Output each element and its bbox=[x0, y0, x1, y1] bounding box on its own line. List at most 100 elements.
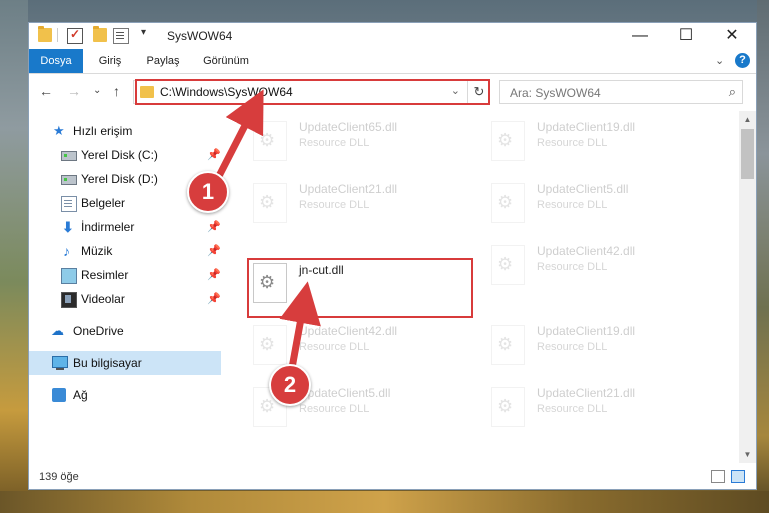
sidebar-item-label: Belgeler bbox=[81, 196, 126, 210]
sidebar-item-this-pc[interactable]: Bu bilgisayar bbox=[29, 351, 221, 375]
close-button[interactable]: ✕ bbox=[709, 23, 755, 49]
file-name: UpdateClient5.dll bbox=[537, 182, 629, 196]
file-description: Resource DLL bbox=[299, 199, 370, 211]
vertical-scrollbar[interactable]: ▲ ▼ bbox=[739, 111, 756, 463]
file-tile[interactable]: UpdateClient19.dll Resource DLL bbox=[489, 117, 719, 171]
sidebar-item-network[interactable]: Ağ bbox=[29, 383, 221, 407]
sidebar-item-local-disk-c[interactable]: Yerel Disk (C:) 📌 bbox=[29, 143, 221, 167]
tab-view[interactable]: Görünüm bbox=[193, 49, 259, 73]
file-name: UpdateClient5.dll bbox=[299, 386, 391, 400]
file-name: UpdateClient21.dll bbox=[299, 182, 398, 196]
sidebar-item-quick-access[interactable]: ★ Hızlı erişim bbox=[29, 119, 221, 143]
address-bar[interactable]: C:\Windows\SysWOW64 ⌄ bbox=[133, 80, 489, 104]
file-name: UpdateClient42.dll bbox=[537, 244, 636, 258]
file-description: Resource DLL bbox=[537, 137, 608, 149]
sidebar-item-label: Hızlı erişim bbox=[73, 124, 133, 138]
pin-icon[interactable]: 📌 bbox=[207, 244, 221, 257]
sidebar-item-music[interactable]: ♪ Müzik 📌 bbox=[29, 239, 221, 263]
help-icon[interactable]: ? bbox=[735, 53, 750, 68]
dll-file-icon bbox=[491, 325, 525, 365]
desktop-background bbox=[0, 0, 28, 513]
search-box[interactable]: Ara: SysWOW64 ⌕ bbox=[499, 80, 743, 104]
step-2-badge: 2 bbox=[269, 364, 311, 406]
star-icon: ★ bbox=[53, 123, 65, 138]
cloud-icon: ☁ bbox=[51, 323, 64, 338]
pin-icon[interactable]: 📌 bbox=[207, 268, 221, 281]
sidebar-item-label: İndirmeler bbox=[81, 220, 135, 234]
ribbon-tabs: Dosya Giriş Paylaş Görünüm ⌄ ? bbox=[29, 49, 756, 74]
scroll-thumb[interactable] bbox=[741, 129, 754, 179]
scroll-up-icon[interactable]: ▲ bbox=[739, 111, 756, 128]
quick-access-customize-icon[interactable] bbox=[113, 28, 129, 44]
file-tile[interactable]: UpdateClient21.dll Resource DLL bbox=[251, 179, 481, 233]
dll-file-icon bbox=[253, 183, 287, 223]
tiles-view-icon[interactable] bbox=[731, 470, 745, 483]
file-tile[interactable]: UpdateClient19.dll Resource DLL bbox=[489, 321, 719, 375]
folder-icon bbox=[38, 26, 52, 42]
file-highlight-box bbox=[247, 258, 473, 318]
maximize-button[interactable]: ☐ bbox=[663, 23, 709, 49]
dll-file-icon bbox=[253, 121, 287, 161]
tab-home[interactable]: Giriş bbox=[87, 49, 133, 73]
sidebar-item-downloads[interactable]: ⬇ İndirmeler 📌 bbox=[29, 215, 221, 239]
computer-icon bbox=[52, 356, 68, 370]
sidebar-item-label: Bu bilgisayar bbox=[73, 356, 142, 370]
forward-arrow-icon[interactable]: → bbox=[67, 83, 81, 99]
back-arrow-icon[interactable]: ← bbox=[39, 83, 53, 99]
sidebar-item-videos[interactable]: Videolar 📌 bbox=[29, 287, 221, 311]
minimize-button[interactable]: — bbox=[617, 23, 663, 49]
sidebar-item-label: Ağ bbox=[73, 388, 88, 402]
folder-icon bbox=[140, 86, 154, 98]
tab-share[interactable]: Paylaş bbox=[137, 49, 189, 73]
file-description: Resource DLL bbox=[299, 403, 370, 415]
tab-file[interactable]: Dosya bbox=[29, 49, 83, 73]
step-1-badge: 1 bbox=[187, 171, 229, 213]
file-explorer-window: ▾ SysWOW64 — ☐ ✕ Dosya Giriş Paylaş Görü… bbox=[28, 22, 757, 490]
scroll-down-icon[interactable]: ▼ bbox=[739, 446, 756, 463]
sidebar-item-pictures[interactable]: Resimler 📌 bbox=[29, 263, 221, 287]
file-list: UpdateClient65.dll Resource DLL UpdateCl… bbox=[225, 111, 738, 463]
window-title: SysWOW64 bbox=[167, 29, 233, 43]
sidebar-item-label: Resimler bbox=[81, 268, 129, 282]
sidebar-item-label: Müzik bbox=[81, 244, 113, 258]
downloads-icon: ⬇ bbox=[62, 219, 74, 235]
file-name: UpdateClient65.dll bbox=[299, 120, 398, 134]
dll-file-icon bbox=[253, 325, 287, 365]
sidebar-item-onedrive[interactable]: ☁ OneDrive bbox=[29, 319, 221, 343]
title-divider bbox=[57, 28, 58, 42]
navigation-bar: ← → ⌄ ↑ C:\Windows\SysWOW64 ⌄ ↻ Ara: Sys… bbox=[29, 74, 756, 110]
dll-file-icon bbox=[491, 245, 525, 285]
chevron-down-icon[interactable]: ▾ bbox=[141, 27, 146, 38]
file-tile[interactable]: UpdateClient5.dll Resource DLL bbox=[489, 179, 719, 233]
expand-ribbon-icon[interactable]: ⌄ bbox=[715, 54, 724, 67]
details-view-icon[interactable] bbox=[711, 470, 725, 483]
sidebar-item-label: Yerel Disk (D:) bbox=[81, 172, 158, 186]
status-bar: 139 öğe bbox=[29, 465, 756, 489]
up-arrow-icon[interactable]: ↑ bbox=[113, 83, 120, 99]
search-input[interactable]: Ara: SysWOW64 bbox=[510, 86, 601, 100]
address-path[interactable]: C:\Windows\SysWOW64 bbox=[160, 85, 293, 99]
file-tile[interactable]: UpdateClient21.dll Resource DLL bbox=[489, 383, 719, 437]
file-tile[interactable]: UpdateClient42.dll Resource DLL bbox=[489, 241, 719, 295]
file-description: Resource DLL bbox=[537, 403, 608, 415]
recent-locations-chevron-icon[interactable]: ⌄ bbox=[93, 85, 101, 96]
drive-icon bbox=[61, 175, 77, 185]
pictures-icon bbox=[61, 268, 77, 284]
properties-check-icon[interactable] bbox=[67, 27, 83, 44]
refresh-icon[interactable]: ↻ bbox=[467, 80, 490, 104]
file-tile[interactable]: UpdateClient65.dll Resource DLL bbox=[251, 117, 481, 171]
search-icon[interactable]: ⌕ bbox=[729, 84, 736, 100]
file-name: UpdateClient21.dll bbox=[537, 386, 636, 400]
file-description: Resource DLL bbox=[537, 341, 608, 353]
item-count: 139 öğe bbox=[39, 471, 79, 483]
network-icon bbox=[52, 388, 66, 402]
pin-icon[interactable]: 📌 bbox=[207, 292, 221, 305]
address-dropdown-icon[interactable]: ⌄ bbox=[451, 84, 460, 97]
music-icon: ♪ bbox=[63, 243, 70, 259]
new-folder-icon[interactable] bbox=[93, 26, 107, 42]
file-name: UpdateClient42.dll bbox=[299, 324, 398, 338]
pin-icon[interactable]: 📌 bbox=[207, 220, 221, 233]
pin-icon[interactable]: 📌 bbox=[207, 148, 221, 161]
navigation-pane: ★ Hızlı erişim Yerel Disk (C:) 📌 Yerel D… bbox=[29, 111, 221, 463]
file-description: Resource DLL bbox=[537, 261, 608, 273]
